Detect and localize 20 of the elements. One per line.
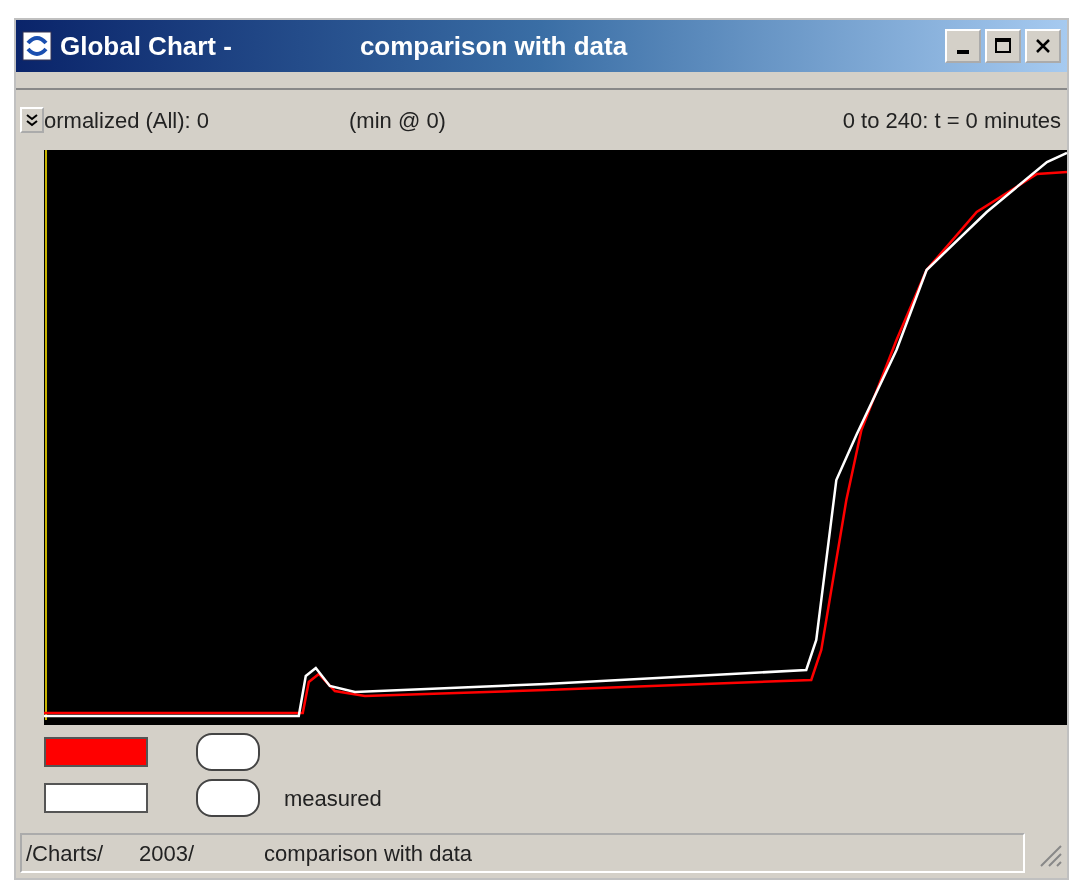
chevron-down-icon bbox=[25, 112, 39, 128]
legend-label: measured bbox=[284, 784, 382, 813]
legend-toggle[interactable] bbox=[196, 779, 260, 817]
maximize-button[interactable] bbox=[985, 29, 1021, 63]
status-text: 2003/ bbox=[139, 839, 195, 868]
window-title: Global Chart - bbox=[60, 29, 232, 63]
minimize-icon bbox=[957, 50, 969, 54]
maximize-icon bbox=[994, 37, 1012, 55]
close-button[interactable] bbox=[1025, 29, 1061, 63]
close-icon bbox=[1035, 38, 1051, 54]
normalization-label: ormalized (All): 0 bbox=[44, 106, 210, 135]
expand-button[interactable] bbox=[20, 107, 44, 133]
window-subtitle: comparison with data bbox=[359, 29, 628, 63]
status-text: /Charts/ bbox=[26, 839, 104, 868]
minimize-button[interactable] bbox=[945, 29, 981, 63]
app-icon bbox=[22, 31, 52, 61]
legend-toggle[interactable] bbox=[196, 733, 260, 771]
status-text: comparison with data bbox=[264, 839, 472, 868]
minimum-label: (min @ 0) bbox=[349, 106, 446, 135]
time-range-label: 0 to 240: t = 0 minutes bbox=[842, 106, 1061, 135]
